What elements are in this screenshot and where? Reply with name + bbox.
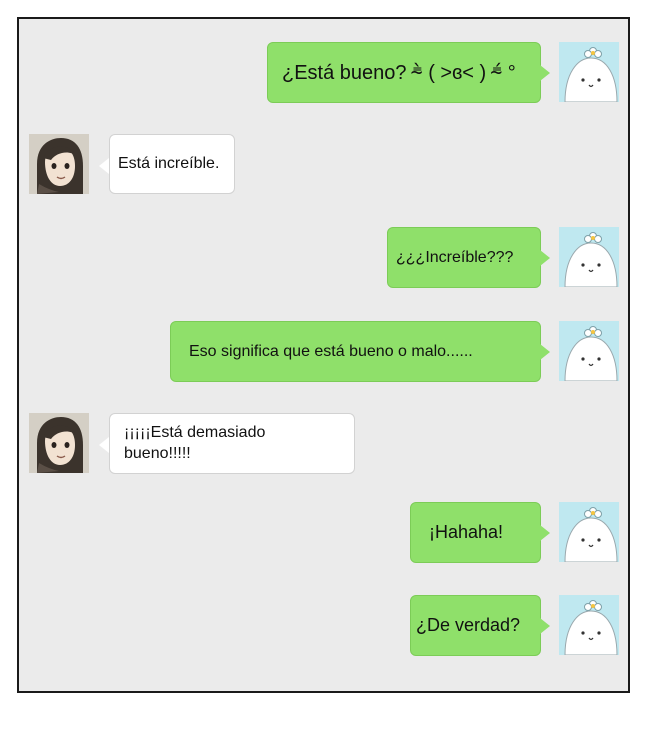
message-text: ¿De verdad?	[416, 615, 521, 635]
message-bubble[interactable]: Está increíble.	[109, 134, 235, 194]
friend-avatar[interactable]	[29, 134, 89, 194]
white-blob-with-flower-icon	[559, 321, 619, 381]
white-blob-with-flower-icon	[559, 595, 619, 655]
message-text: Está increíble.	[118, 155, 220, 172]
dark-haired-character-icon	[29, 413, 89, 473]
bubble-tail	[540, 250, 550, 266]
my-avatar[interactable]	[559, 502, 619, 562]
bubble-tail	[99, 437, 109, 453]
white-blob-with-flower-icon	[559, 227, 619, 287]
friend-avatar[interactable]	[29, 413, 89, 473]
message-text: ¿Está bueno? ⁼̴̀ ( ˃ɞ˂ ) ⁼̴́ °	[282, 62, 516, 84]
bubble-tail	[540, 525, 550, 541]
message-bubble[interactable]: ¿Está bueno? ⁼̴̀ ( ˃ɞ˂ ) ⁼̴́ °	[267, 42, 541, 103]
bubble-tail	[540, 65, 550, 81]
message-bubble[interactable]: ¡Hahaha!	[410, 502, 541, 563]
message-bubble[interactable]: ¿¿¿Increíble???	[387, 227, 541, 288]
dark-haired-character-icon	[29, 134, 89, 194]
message-text: Eso significa que está bueno o malo.....…	[189, 342, 473, 360]
my-avatar[interactable]	[559, 42, 619, 102]
message-bubble[interactable]: ¿De verdad?	[410, 595, 541, 656]
my-avatar[interactable]	[559, 227, 619, 287]
message-bubble[interactable]: ¡¡¡¡¡Está demasiado bueno!!!!!	[109, 413, 355, 474]
white-blob-with-flower-icon	[559, 502, 619, 562]
white-blob-with-flower-icon	[559, 42, 619, 102]
message-text: ¡¡¡¡¡Está demasiado bueno!!!!!	[124, 423, 266, 462]
bubble-tail	[99, 158, 109, 174]
bubble-tail	[540, 344, 550, 360]
message-bubble[interactable]: Eso significa que está bueno o malo.....…	[170, 321, 541, 382]
message-text: ¿¿¿Increíble???	[396, 248, 514, 266]
chat-window: ¿Está bueno? ⁼̴̀ ( ˃ɞ˂ ) ⁼̴́ ° Está incr…	[17, 17, 630, 693]
message-text: ¡Hahaha!	[429, 522, 504, 542]
my-avatar[interactable]	[559, 321, 619, 381]
my-avatar[interactable]	[559, 595, 619, 655]
bubble-tail	[540, 618, 550, 634]
